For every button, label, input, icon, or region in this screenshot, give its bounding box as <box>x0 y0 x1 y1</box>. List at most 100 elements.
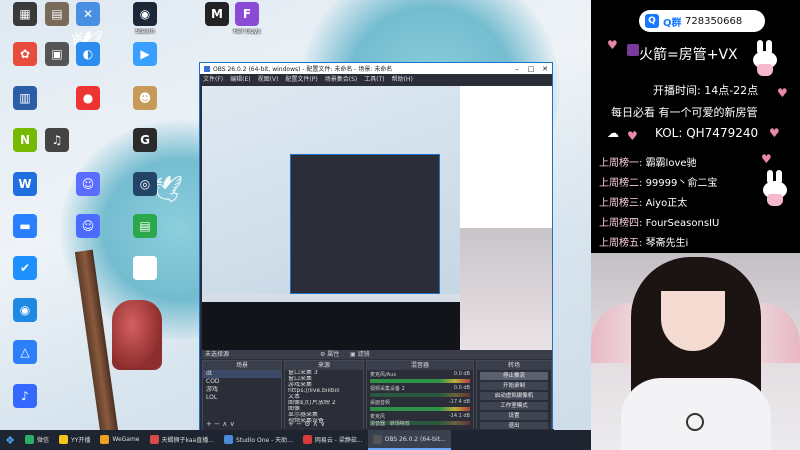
taskbar-item[interactable]: 微信 <box>20 430 54 450</box>
rank-label: 上周榜五: <box>599 238 643 249</box>
desktop-shortcut[interactable] <box>124 256 166 282</box>
taskbar-app-icon <box>223 434 233 444</box>
menu-item[interactable]: 配置文件(P) <box>285 74 317 83</box>
desktop-shortcut[interactable]: ☺ <box>67 172 109 198</box>
volume-slider[interactable] <box>370 407 470 411</box>
scene-item[interactable]: LOL <box>203 394 281 402</box>
move-down-icon[interactable]: ∨ <box>230 420 235 428</box>
channel-name: 麦克风 <box>370 414 386 420</box>
menu-item[interactable]: 帮助(H) <box>392 74 413 83</box>
remove-scene-button[interactable]: − <box>214 420 220 428</box>
minimize-button[interactable]: – <box>510 65 524 73</box>
add-scene-button[interactable]: + <box>206 420 212 428</box>
qq-group-badge: Q Q群 728350668 <box>639 10 765 32</box>
close-button[interactable]: ✕ <box>538 65 552 73</box>
app-icon: ☻ <box>133 86 157 110</box>
app-icon: ♪ <box>13 384 37 408</box>
scenes-dock-title: 场景 <box>203 361 281 370</box>
desktop-shortcut[interactable]: ● <box>67 86 109 112</box>
app-icon: ◉ <box>13 298 37 322</box>
move-up-icon[interactable]: ∧ <box>222 420 227 428</box>
desktop-shortcut[interactable]: ◉ <box>4 298 46 324</box>
desktop-shortcut[interactable]: ☺ <box>67 214 109 240</box>
sources-toolbar: + − ⚙ ∧ ∨ <box>285 420 363 429</box>
channel-name: 桌面音频 <box>370 400 391 406</box>
desktop-shortcut[interactable]: ▬ <box>4 214 46 240</box>
obs-titlebar[interactable]: OBS 26.0.2 (64-bit, windows) - 配置文件: 未命名… <box>200 63 552 74</box>
scene-item[interactable]: 游戏 <box>203 386 281 394</box>
control-button[interactable]: 开始录制 <box>480 382 548 390</box>
shortcut-label: Fall Guys <box>233 28 261 35</box>
desktop-shortcut[interactable]: ▤ <box>124 214 166 240</box>
scenes-toolbar: + − ∧ ∨ <box>203 420 281 429</box>
control-button[interactable]: 启动虚拟摄像机 <box>480 392 548 400</box>
properties-button[interactable]: ⚙ 属性 <box>320 350 339 359</box>
tab-mixer[interactable]: 混音器 <box>370 421 385 427</box>
kol-id: KOL: QH7479240 <box>655 126 759 140</box>
desktop-shortcut[interactable]: ✕ <box>67 2 109 28</box>
add-source-button[interactable]: + <box>288 420 294 428</box>
control-button[interactable]: 停止推流 <box>480 372 548 380</box>
desktop-shortcut[interactable]: ✔ <box>4 256 46 282</box>
taskbar-item[interactable]: OBS 26.0.2 (64-bit... <box>367 430 451 450</box>
filters-button[interactable]: ▣ 滤镜 <box>350 350 370 359</box>
menu-item[interactable]: 视图(V) <box>258 74 279 83</box>
desktop-shortcut[interactable]: F Fall Guys <box>226 2 268 35</box>
control-button[interactable]: 工作室模式 <box>480 402 548 410</box>
remove-source-button[interactable]: − <box>296 420 302 428</box>
app-icon: ♫ <box>45 128 69 152</box>
control-button[interactable]: 设置 <box>480 412 548 420</box>
scene-item[interactable]: COD <box>203 378 281 386</box>
taskbar-app-icon <box>149 434 159 444</box>
qq-number: 728350668 <box>685 15 743 27</box>
volume-slider[interactable] <box>370 393 470 397</box>
taskbar-item[interactable]: WeGame <box>95 430 144 450</box>
desktop-shortcut[interactable]: ▶ <box>124 42 166 68</box>
desktop-shortcut[interactable]: ◐ <box>67 42 109 68</box>
taskbar-item[interactable]: Studio One - 天助... <box>219 430 298 450</box>
menu-item[interactable]: 场景集合(S) <box>325 74 358 83</box>
menu-item[interactable]: 文件(F) <box>203 74 223 83</box>
desktop-shortcut[interactable]: ♪ <box>4 384 46 410</box>
app-icon: ▣ <box>45 42 69 66</box>
filters-label: 滤镜 <box>357 351 370 358</box>
shirt-logo <box>686 413 704 431</box>
taskbar-item[interactable]: 天蝎狮子kaa直播... <box>145 430 219 450</box>
rank-label: 上周榜一: <box>599 158 643 169</box>
desktop-shortcut[interactable]: ◉ Steam <box>124 2 166 35</box>
properties-label: 属性 <box>327 351 340 358</box>
menu-item[interactable]: 工具(T) <box>364 74 384 83</box>
sources-dock-title: 来源 <box>285 361 363 370</box>
gear-icon[interactable]: ⚙ <box>304 420 310 428</box>
desktop-shortcut[interactable]: G <box>124 128 166 154</box>
mixer-channel: 麦克风/Aux 0.0 dB <box>367 370 473 384</box>
heart-icon: ♥ <box>777 86 788 100</box>
scene-item[interactable]: dt <box>203 370 281 378</box>
heart-icon: ♥ <box>627 129 638 143</box>
move-down-icon[interactable]: ∨ <box>320 420 325 428</box>
rank-label: 上周榜三: <box>599 198 643 209</box>
desktop-shortcut[interactable]: ◎ <box>124 172 166 198</box>
app-icon: ▥ <box>13 86 37 110</box>
desktop-shortcut[interactable]: △ <box>4 340 46 366</box>
mixer-channel: 桌面音频 -17.4 dB <box>367 398 473 412</box>
desktop-shortcut[interactable]: ▥ <box>4 86 46 112</box>
tab-transitions[interactable]: 转场特效 <box>390 421 410 427</box>
taskbar-item[interactable]: YY开播 <box>54 430 95 450</box>
obs-window[interactable]: OBS 26.0.2 (64-bit, windows) - 配置文件: 未命名… <box>199 62 554 439</box>
maximize-button[interactable]: □ <box>524 65 538 73</box>
start-button[interactable]: ❖ <box>0 430 20 450</box>
volume-slider[interactable] <box>370 379 470 383</box>
taskbar-item[interactable]: 网易云 - 梁静茹... <box>298 430 368 450</box>
desktop-shortcut[interactable]: ♫ <box>36 128 78 154</box>
preview-nested-obs <box>290 154 440 294</box>
rank-user: 99999丶俞二宝 <box>645 178 718 189</box>
obs-preview[interactable] <box>202 86 552 350</box>
panel-tagline: 每日必看 有一个可爱的新房管 <box>611 106 758 119</box>
desktop-shortcut[interactable]: W <box>4 172 46 198</box>
move-up-icon[interactable]: ∧ <box>313 420 318 428</box>
desktop-shortcut[interactable]: ☻ <box>124 86 166 112</box>
app-icon: F <box>235 2 259 26</box>
menu-item[interactable]: 编辑(E) <box>230 74 250 83</box>
webcam-feed <box>591 253 800 450</box>
